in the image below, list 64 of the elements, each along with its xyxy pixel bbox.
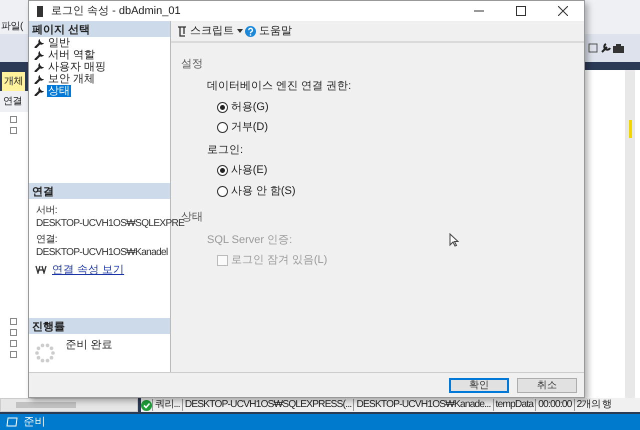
panel-header xyxy=(585,62,640,70)
section-title: 설정 xyxy=(181,56,203,72)
status-text: DESKTOP-UCVH1OS₩Kanade... xyxy=(353,399,493,411)
section-header: 진행률 xyxy=(29,318,170,334)
window-title: 로그인 속성 - dbAdmin_01 xyxy=(51,4,181,19)
option-label: 로그인 잠겨 있음(L) xyxy=(230,253,328,268)
window-icon xyxy=(6,417,18,427)
connection-label: 연결: xyxy=(35,232,58,246)
option-label: 사용 안 함(S) xyxy=(230,184,296,199)
radio-button[interactable] xyxy=(217,122,228,133)
field-label: SQL Server 인증: xyxy=(207,232,292,248)
plug-icon xyxy=(34,265,46,274)
script-icon xyxy=(177,26,187,36)
cursor-icon xyxy=(449,233,459,247)
check-icon xyxy=(141,400,152,410)
spinner-icon xyxy=(34,342,54,363)
close-icon xyxy=(558,6,568,16)
properties-link[interactable]: 연결 속성 보기 xyxy=(52,262,124,278)
status-text: DESKTOP-UCVH1OS₩SQLEXPRESS(... xyxy=(182,399,354,411)
page-item[interactable]: 보안 개체 xyxy=(46,73,96,85)
connect-button[interactable]: 연결 xyxy=(3,94,22,109)
wrench-icon xyxy=(34,38,44,48)
server-icon xyxy=(37,6,43,16)
radio-button[interactable] xyxy=(217,186,228,196)
wrench-icon xyxy=(34,74,44,84)
wrench-icon xyxy=(34,50,44,60)
status-text: 준비 xyxy=(24,415,46,430)
toolbar xyxy=(0,34,28,62)
section-header: 페이지 선택 xyxy=(29,21,170,37)
radio-button[interactable] xyxy=(217,102,228,112)
wrench-icon xyxy=(34,86,44,96)
wrench-icon[interactable] xyxy=(600,43,610,53)
script-button[interactable]: 스크립트 xyxy=(190,22,234,40)
status-text: 00:00:00 xyxy=(535,399,574,411)
window-icon[interactable] xyxy=(588,43,598,53)
progress-status: 준비 완료 xyxy=(66,338,113,353)
help-icon xyxy=(245,26,256,36)
panel-tab[interactable]: 개체 xyxy=(2,72,25,91)
page-item[interactable]: 일반 xyxy=(46,37,71,49)
option-label: 허용(G) xyxy=(230,100,269,115)
page-item[interactable]: 상태 xyxy=(46,85,71,97)
section-header: 연결 xyxy=(29,182,170,198)
option-label: 거부(D) xyxy=(230,120,268,136)
dialog-button[interactable]: 취소 xyxy=(517,378,577,392)
help-button[interactable]: 도움말 xyxy=(259,22,292,40)
radio-button[interactable] xyxy=(217,165,228,176)
option-label: 사용(E) xyxy=(230,163,268,178)
status-text: 2개의 행 xyxy=(574,399,614,411)
wrench-icon xyxy=(34,62,44,72)
field-label: 데이터베이스 엔진 연결 권한: xyxy=(207,79,352,94)
scrollbar[interactable] xyxy=(625,70,635,398)
caret-icon[interactable] xyxy=(236,29,242,33)
maximize-icon xyxy=(516,6,526,16)
page-item[interactable]: 사용자 매핑 xyxy=(46,61,107,73)
field-label: 로그인: xyxy=(207,142,244,158)
status-text: 쿼리... xyxy=(152,399,182,411)
menu-item[interactable]: 파일( xyxy=(1,21,23,32)
page-item[interactable]: 서버 역할 xyxy=(46,49,96,61)
scrollbar[interactable] xyxy=(0,398,138,412)
server-label: 서버: xyxy=(35,204,58,217)
dialog-button[interactable]: 확인 xyxy=(449,378,509,392)
toolbox-icon[interactable] xyxy=(613,44,624,52)
connection-value: DESKTOP-UCVH1OS₩Kanadel xyxy=(35,246,169,259)
status-text: tempData xyxy=(492,399,536,411)
